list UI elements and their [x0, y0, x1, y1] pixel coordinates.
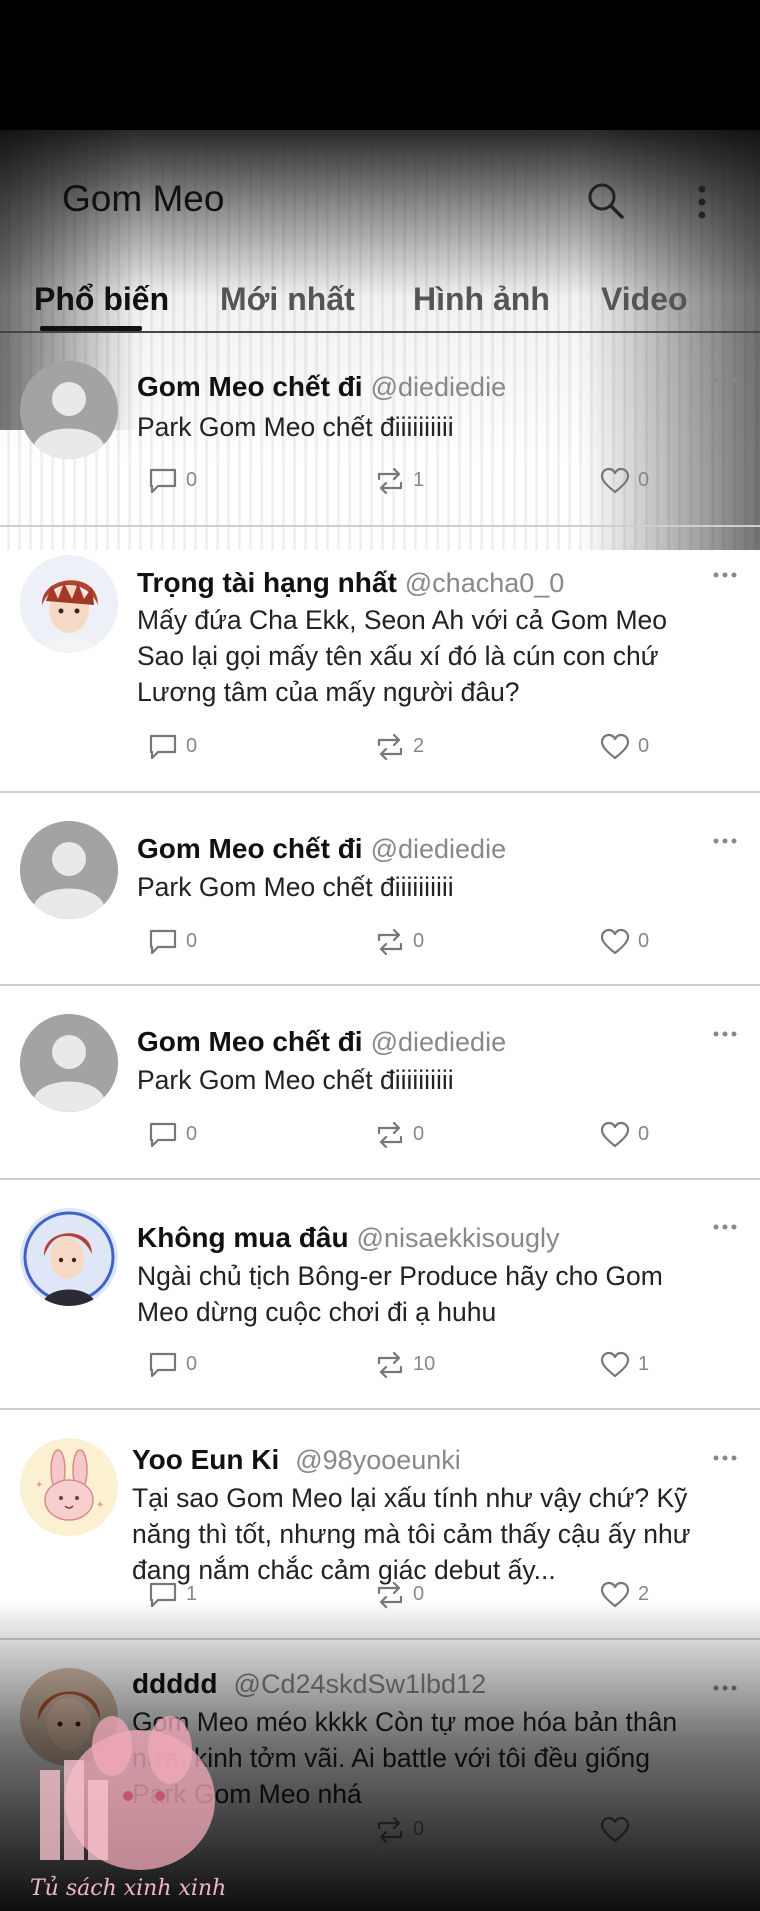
comment-count: 1	[186, 1583, 198, 1605]
tab-moi-nhat[interactable]: Mới nhất	[220, 281, 355, 318]
post-menu-icon[interactable]	[712, 1683, 738, 1693]
post-menu-icon[interactable]	[712, 1029, 738, 1039]
comment-count: 0	[186, 735, 198, 757]
author-handle: @98yooeunki	[295, 1445, 461, 1475]
tab-pho-bien[interactable]: Phổ biến	[34, 281, 169, 318]
tab-hinh-anh[interactable]: Hình ảnh	[413, 281, 550, 318]
comment-icon	[149, 468, 177, 494]
heart-icon	[600, 1351, 630, 1378]
retweet-icon	[377, 733, 403, 761]
post[interactable]: Gom Meo chết đi @diediedie Park Gom Meo c…	[0, 793, 760, 984]
like-count: 0	[638, 469, 650, 491]
default-avatar[interactable]	[20, 821, 118, 919]
post-author: Yoo Eun Ki @98yooeunki	[132, 1444, 461, 1476]
tab-video[interactable]: Video	[601, 281, 688, 318]
retweet-count: 10	[413, 1353, 436, 1375]
author-handle: @diediedie	[370, 1027, 507, 1057]
retweet-count: 0	[413, 1583, 425, 1605]
post-menu-icon[interactable]	[712, 375, 738, 385]
heart-icon	[600, 1816, 630, 1843]
default-avatar[interactable]	[20, 361, 118, 459]
retweet-icon	[377, 1121, 403, 1149]
author-name: Không mua đâu	[137, 1222, 349, 1253]
retweet-icon	[377, 928, 403, 956]
red-hair-boy-avatar[interactable]	[20, 555, 118, 653]
comment-icon	[149, 1352, 177, 1378]
comment-icon	[149, 1122, 177, 1148]
like-count: 0	[638, 735, 650, 757]
post-text: Park Gom Meo chết điiiiiiiiii	[137, 872, 454, 902]
comment-icon	[149, 1582, 177, 1608]
svg-text:✦: ✦	[35, 1480, 43, 1491]
red-hair-boy-avatar[interactable]	[20, 1208, 118, 1306]
like-count: 0	[638, 930, 650, 952]
author-handle: @Cd24skdSw1lbd12	[233, 1669, 487, 1699]
retweet-icon	[377, 467, 403, 495]
comment-count: 0	[186, 1353, 198, 1375]
author-name: Gom Meo chết đi	[137, 833, 363, 864]
retweet-count: 2	[413, 735, 425, 757]
heart-icon	[600, 467, 630, 494]
bunny-avatar[interactable]: ✦ ✦	[20, 1438, 118, 1536]
post-author: Gom Meo chết đi @diediedie	[137, 371, 506, 403]
tab-bar: Phổ biến Mới nhất Hình ảnh Video	[0, 275, 760, 333]
heart-icon	[600, 1581, 630, 1608]
author-name: Gom Meo chết đi	[137, 371, 363, 402]
post-menu-icon[interactable]	[712, 1453, 738, 1463]
heart-icon	[600, 733, 630, 760]
post-author: Gom Meo chết đi @diediedie	[137, 833, 506, 865]
like-count: 2	[638, 1583, 650, 1605]
post[interactable]: ✦ ✦ Yoo Eun Ki @98yooeunki Tại sao Gom Meo…	[0, 1410, 760, 1638]
search-icon[interactable]	[585, 180, 625, 220]
comment-count: 0	[186, 469, 198, 491]
author-handle: @chacha0_0	[404, 568, 565, 598]
svg-text:✦: ✦	[96, 1500, 104, 1511]
post-text: Park Gom Meo chết điiiiiiiiii	[137, 1065, 454, 1095]
retweet-count: 1	[413, 469, 425, 491]
retweet-count: 0	[413, 1123, 425, 1145]
post-author: Không mua đâu @nisaekkisougly	[137, 1222, 560, 1254]
retweet-count: 0	[413, 1818, 425, 1840]
retweet-icon	[377, 1816, 403, 1844]
post-text: Mấy đứa Cha Ekk, Seon Ah với cả Gom Meo …	[137, 605, 668, 707]
post[interactable]: Không mua đâu @nisaekkisougly Ngài chủ tị…	[0, 1180, 760, 1408]
post-menu-icon[interactable]	[712, 836, 738, 846]
retweet-icon	[377, 1351, 403, 1379]
heart-icon	[600, 1121, 630, 1148]
more-vertical-icon[interactable]	[690, 182, 714, 222]
retweet-count: 0	[413, 930, 425, 952]
post-menu-icon[interactable]	[712, 570, 738, 580]
comment-icon	[149, 734, 177, 760]
comment-icon	[149, 929, 177, 955]
post-text: Park Gom Meo chết điiiiiiiiii	[137, 412, 454, 442]
post-text: Ngài chủ tịch Bông-er Produce hãy cho Go…	[137, 1261, 663, 1327]
like-count: 1	[638, 1353, 650, 1375]
post-author: Gom Meo chết đi @diediedie	[137, 1026, 506, 1058]
author-handle: @diediedie	[370, 834, 507, 864]
post[interactable]: Trọng tài hạng nhất @chacha0_0 Mấy đứa Ch…	[0, 527, 760, 791]
post-author: ddddd @Cd24skdSw1lbd12	[132, 1668, 486, 1700]
heart-icon	[600, 928, 630, 955]
author-handle: @nisaekkisougly	[356, 1223, 560, 1253]
app-header: Gom Meo	[0, 160, 760, 240]
watermark-text: Tủ sách xinh xinh	[30, 1876, 227, 1901]
author-handle: @diediedie	[370, 372, 507, 402]
top-black-bar	[0, 0, 760, 140]
default-avatar[interactable]	[20, 1014, 118, 1112]
comment-count: 0	[186, 1123, 198, 1145]
author-name: Yoo Eun Ki	[132, 1444, 280, 1475]
author-name: Trọng tài hạng nhất	[137, 567, 397, 598]
post[interactable]: Gom Meo chết đi @diediedie Park Gom Meo c…	[0, 333, 760, 525]
post-menu-icon[interactable]	[712, 1222, 738, 1232]
post-text: Tại sao Gom Meo lại xấu tính như vậy chứ…	[132, 1483, 691, 1585]
like-count: 0	[638, 1123, 650, 1145]
comment-count: 0	[186, 930, 198, 952]
post[interactable]: Gom Meo chết đi @diediedie Park Gom Meo c…	[0, 986, 760, 1178]
app-title: Gom Meo	[62, 178, 225, 219]
post-author: Trọng tài hạng nhất @chacha0_0	[137, 567, 564, 599]
author-name: ddddd	[132, 1668, 218, 1699]
author-name: Gom Meo chết đi	[137, 1026, 363, 1057]
retweet-icon	[377, 1581, 403, 1609]
